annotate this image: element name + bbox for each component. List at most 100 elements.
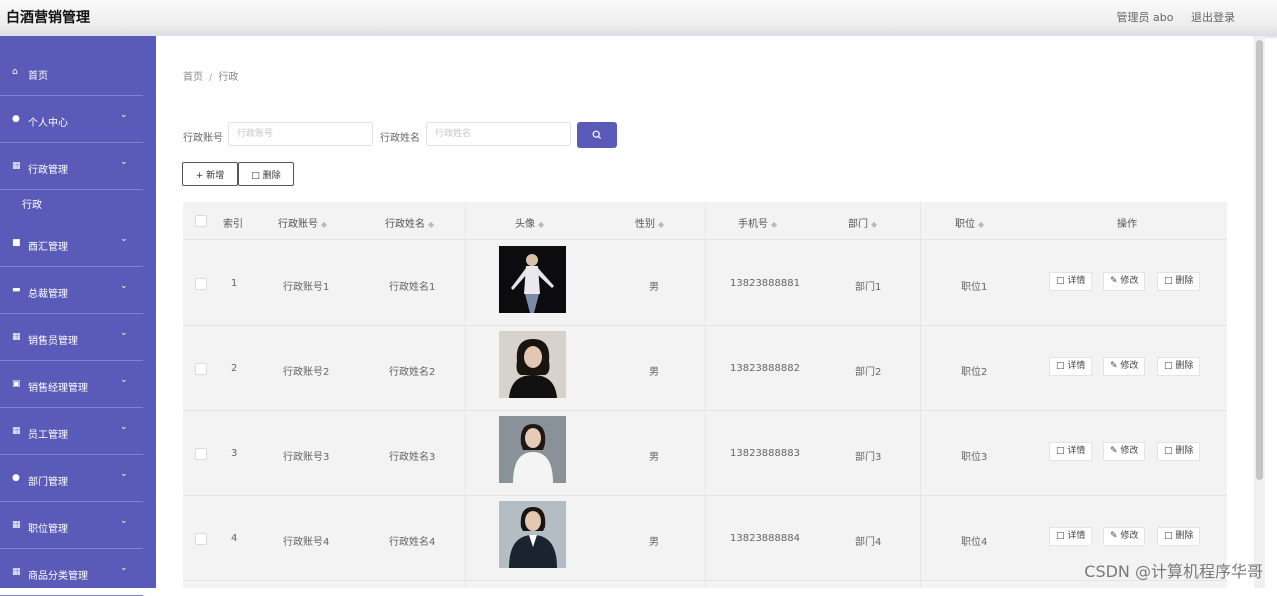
sort-icon: ◆ (658, 220, 665, 229)
logout-link[interactable]: 退出登录 (1191, 11, 1235, 24)
detail-label: 详情 (1067, 361, 1086, 371)
header-name[interactable]: 行政姓名 ◆ (385, 215, 434, 230)
chevron-down-icon: ⌄ (120, 234, 128, 244)
chevron-down-icon: ⌄ (120, 516, 128, 526)
edit-button[interactable]: ✎ 修改 (1103, 527, 1146, 546)
sort-icon: ◆ (871, 220, 878, 229)
row-checkbox[interactable] (195, 363, 207, 375)
detail-button[interactable]: □ 详情 (1049, 272, 1093, 291)
name-search-input[interactable] (426, 122, 571, 146)
header-department[interactable]: 部门 ◆ (848, 215, 877, 230)
search-button[interactable] (577, 122, 617, 148)
batch-delete-button[interactable]: □ 删除 (238, 162, 294, 186)
user-label: 管理员 abo (1116, 11, 1174, 24)
grid-icon: ▦ (12, 520, 21, 530)
detail-button[interactable]: □ 详情 (1049, 357, 1093, 376)
chevron-down-icon: ⌄ (120, 281, 128, 291)
cell-name: 行政姓名4 (389, 537, 436, 548)
trash-icon: □ (251, 170, 260, 181)
sidebar-item-president[interactable]: ▬ 总裁管理 ⌄ (0, 267, 143, 314)
header-department-label: 部门 (848, 219, 868, 230)
cell-index: 2 (231, 363, 238, 374)
sidebar-item-home[interactable]: ⌂ 首页 (0, 49, 143, 96)
breadcrumb-current: 行政 (218, 72, 239, 83)
header-account[interactable]: 行政账号 ◆ (278, 215, 327, 230)
sidebar-item-sales-manager[interactable]: ▣ 销售经理管理 ⌄ (0, 361, 143, 408)
cell-position: 职位4 (961, 537, 988, 548)
batch-delete-label: 删除 (262, 170, 281, 181)
header-avatar[interactable]: 头像 ◆ (515, 215, 544, 230)
chevron-down-icon: ⌄ (120, 563, 128, 573)
sidebar-item-finance[interactable]: ■ 酉汇管理 ⌄ (0, 220, 143, 267)
cell-index: 4 (231, 533, 238, 544)
header-position-label: 职位 (955, 219, 975, 230)
sidebar: ⌂ 首页 ● 个人中心 ⌄ ▦ 行政管理 ⌄ 行政 ■ 酉汇管理 ⌄ ▬ 总裁管… (0, 36, 156, 596)
message-icon: ▬ (12, 285, 21, 295)
detail-label: 详情 (1067, 531, 1086, 541)
delete-button[interactable]: □ 删除 (1157, 272, 1201, 291)
avatar-image (499, 246, 566, 313)
sidebar-item-position[interactable]: ▦ 职位管理 ⌄ (0, 502, 143, 549)
cell-account: 行政账号1 (283, 282, 330, 293)
data-table: 索引 行政账号 ◆ 行政姓名 ◆ 头像 ◆ 性别 ◆ 手机号 ◆ 部门 ◆ 职位 ◆ 操作 1… (183, 202, 1227, 588)
sidebar-item-category[interactable]: ▦ 商品分类管理 ⌄ (0, 549, 143, 596)
table-row: 4 行政账号4 行政姓名4 男 13823888884 部门4 职位4 □ 详情… (183, 495, 1227, 581)
cell-phone: 13823888884 (730, 533, 800, 544)
sidebar-item-admin[interactable]: ▦ 行政管理 ⌄ (0, 143, 143, 190)
detail-button[interactable]: □ 详情 (1049, 527, 1093, 546)
header-phone[interactable]: 手机号 ◆ (738, 215, 777, 230)
document-icon: ▦ (12, 161, 21, 171)
edit-button[interactable]: ✎ 修改 (1103, 442, 1146, 461)
chevron-down-icon: ⌄ (120, 328, 128, 338)
scroll-thumb[interactable] (1256, 40, 1263, 480)
edit-button[interactable]: ✎ 修改 (1103, 272, 1146, 291)
chevron-down-icon: ⌄ (120, 110, 128, 120)
delete-label: 删除 (1175, 446, 1194, 456)
chevron-down-icon: ⌄ (120, 422, 128, 432)
breadcrumb-home[interactable]: 首页 (183, 72, 203, 83)
select-all-checkbox[interactable] (195, 215, 207, 227)
sidebar-item-sales[interactable]: ▦ 销售员管理 ⌄ (0, 314, 143, 361)
cell-gender: 男 (649, 367, 659, 378)
edit-label: 修改 (1120, 276, 1139, 286)
table-row: 1 行政账号1 行政姓名1 男 13823888881 部门1 职位1 □ 详情… (183, 240, 1227, 326)
top-header: 白酒营销管理 管理员 abo 退出登录 (0, 0, 1277, 36)
grid-icon: ▦ (12, 332, 21, 342)
cell-name: 行政姓名3 (389, 452, 436, 463)
account-search-input[interactable] (228, 122, 373, 146)
row-checkbox[interactable] (195, 448, 207, 460)
add-button[interactable]: + 新增 (182, 162, 238, 186)
header-position[interactable]: 职位 ◆ (955, 215, 984, 230)
search-icon (592, 130, 602, 139)
header-gender[interactable]: 性别 ◆ (635, 215, 664, 230)
grid-icon: ▦ (12, 426, 21, 436)
sidebar-item-label: 员工管理 (28, 430, 68, 441)
edit-label: 修改 (1120, 531, 1139, 541)
detail-button[interactable]: □ 详情 (1049, 442, 1093, 461)
sidebar-item-label: 总裁管理 (28, 289, 68, 300)
sidebar-item-profile[interactable]: ● 个人中心 ⌄ (0, 96, 143, 143)
table-header: 索引 行政账号 ◆ 行政姓名 ◆ 头像 ◆ 性别 ◆ 手机号 ◆ 部门 ◆ 职位 ◆ 操作 (183, 202, 1227, 240)
delete-button[interactable]: □ 删除 (1157, 357, 1201, 376)
cell-department: 部门1 (855, 282, 882, 293)
header-avatar-label: 头像 (515, 219, 535, 230)
edit-button[interactable]: ✎ 修改 (1103, 357, 1146, 376)
edit-label: 修改 (1120, 361, 1139, 371)
cell-name: 行政姓名1 (389, 282, 436, 293)
vertical-scrollbar[interactable] (1254, 36, 1265, 588)
sort-icon: ◆ (978, 220, 985, 229)
sidebar-item-staff[interactable]: ▦ 员工管理 ⌄ (0, 408, 143, 455)
row-checkbox[interactable] (195, 533, 207, 545)
delete-button[interactable]: □ 删除 (1157, 442, 1201, 461)
user-area: 管理员 abo 退出登录 (1103, 9, 1235, 25)
cell-phone: 13823888881 (730, 278, 800, 289)
sidebar-item-department[interactable]: ● 部门管理 ⌄ (0, 455, 143, 502)
delete-button[interactable]: □ 删除 (1157, 527, 1201, 546)
cell-account: 行政账号4 (283, 537, 330, 548)
row-checkbox[interactable] (195, 278, 207, 290)
person-icon: ● (12, 473, 20, 483)
submenu-item-admin[interactable]: 行政 (22, 196, 42, 211)
cell-account: 行政账号2 (283, 367, 330, 378)
sidebar-item-label: 个人中心 (28, 118, 68, 129)
breadcrumb: 首页 / 行政 (183, 68, 238, 83)
